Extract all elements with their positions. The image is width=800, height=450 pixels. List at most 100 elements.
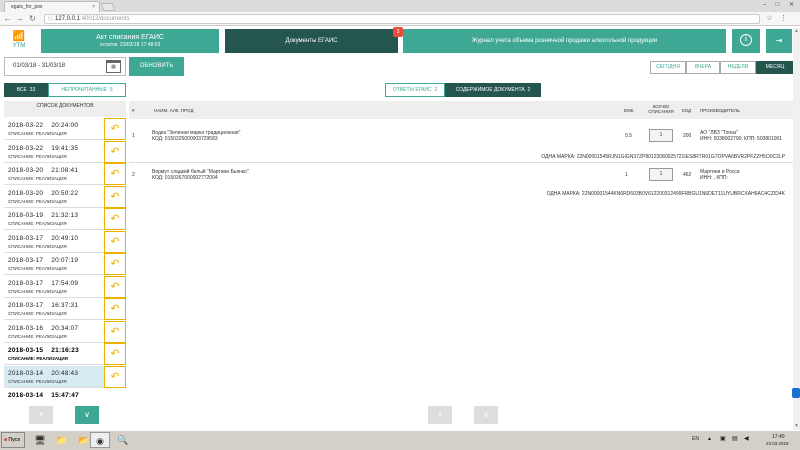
filter-all-tab[interactable]: ВСЕ 33	[4, 83, 48, 97]
period-month-button[interactable]: МЕСЯЦ	[756, 61, 794, 74]
list-item[interactable]: 2018-03-17 17:54:09 СПИСАНИЕ: РЕАЛИЗАЦИЯ	[4, 275, 104, 298]
content-page-down-button[interactable]: ∨	[474, 406, 498, 424]
windows-explorer-taskbar-icon[interactable]: 📁	[52, 432, 72, 448]
language-indicator[interactable]: EN	[692, 436, 699, 442]
list-page-down-button[interactable]: ∨	[75, 406, 99, 424]
list-item[interactable]: 2018-03-19 21:32:13 СПИСАНИЕ: РЕАЛИЗАЦИЯ	[4, 208, 104, 230]
clock-time[interactable]: 17:40	[772, 434, 785, 440]
tab-egais-answers[interactable]: ОТВЕТЫ ЕГАИС 2	[385, 83, 445, 97]
bookmark-star-icon[interactable]: ☆	[764, 13, 775, 24]
return-document-icon[interactable]: ↶	[104, 298, 126, 320]
return-document-icon[interactable]: ↶	[104, 320, 126, 343]
reload-icon[interactable]: ↻	[27, 13, 38, 24]
row2-product-code: КОД: 0150367000002772004	[152, 175, 218, 181]
url-path: :40012/documents	[80, 16, 130, 22]
retail-journal-button[interactable]: Журнал учета объема розничной продажи ал…	[403, 29, 726, 53]
list-item-kind: СПИСАНИЕ: РЕАЛИЗАЦИЯ	[8, 333, 67, 339]
list-page-up-button[interactable]: ∧	[29, 406, 53, 424]
col-product-name: НАИМ. АЛК. ПРОД	[154, 108, 194, 113]
info-button[interactable]: i	[732, 29, 760, 53]
period-yesterday-button[interactable]: ВЧЕРА	[686, 61, 720, 74]
return-document-icon[interactable]: ↶	[104, 343, 126, 365]
chrome-taskbar-icon[interactable]: ◉	[90, 432, 110, 448]
browser-tab[interactable]: egais_for_pos ×	[4, 1, 100, 12]
return-document-icon[interactable]: ↶	[104, 230, 126, 253]
start-button[interactable]: ■ Пуск	[1, 432, 25, 448]
search-taskbar-icon[interactable]: 🔍	[113, 432, 133, 448]
scroll-down-icon[interactable]: ▼	[793, 423, 800, 430]
col-code: КОД	[682, 108, 692, 113]
list-item-kind: СПИСАНИЕ: РЕАЛИЗАЦИЯ	[8, 266, 67, 271]
teamviewer-tab-icon[interactable]	[792, 388, 800, 398]
list-item-kind: СПИСАНИЕ: РЕАЛИЗАЦИЯ	[8, 311, 67, 316]
close-tab-icon[interactable]: ×	[92, 2, 95, 12]
list-item-date: 2018-03-17	[8, 302, 44, 309]
utm-logo[interactable]: 📶 УТМ	[4, 31, 34, 53]
list-item-date: 2018-03-15	[8, 347, 44, 354]
list-item[interactable]: 2018-03-17 20:49:10 СПИСАНИЕ: РЕАЛИЗАЦИЯ	[4, 230, 104, 253]
return-document-icon[interactable]: ↶	[104, 185, 126, 208]
content-page-up-button[interactable]: ∧	[428, 406, 452, 424]
return-document-icon[interactable]: ↶	[104, 163, 126, 185]
list-item[interactable]: 2018-03-20 20:50:22 СПИСАНИЕ: РЕАЛИЗАЦИЯ	[4, 185, 104, 208]
list-item[interactable]: 2018-03-22 20:24:00 СПИСАНИЕ: РЕАЛИЗАЦИЯ	[4, 118, 104, 140]
list-item-time: 20:48:43	[51, 369, 79, 377]
list-item-time: 20:34:07	[51, 324, 79, 332]
signal-icon: 📶	[12, 31, 26, 42]
list-item-kind: СПИСАНИЕ: РЕАЛИЗАЦИЯ	[8, 378, 67, 384]
tray-app-icon[interactable]: ▣	[720, 435, 726, 442]
explorer-taskbar-icon[interactable]: 🖥	[30, 432, 50, 448]
url-input[interactable]: ⓘ 127.0.0.1:40012/documents	[44, 14, 760, 24]
return-document-icon[interactable]: ↶	[104, 253, 126, 275]
list-item[interactable]: 2018-03-22 19:41:35 СПИСАНИЕ: РЕАЛИЗАЦИЯ	[4, 140, 104, 163]
period-today-button[interactable]: СЕГОДНЯ	[650, 61, 686, 74]
return-document-icon[interactable]: ↶	[104, 275, 126, 298]
maximize-icon[interactable]: □	[771, 0, 784, 10]
browser-tab-strip	[0, 0, 800, 12]
calendar-icon[interactable]: ▦	[106, 60, 121, 73]
tab-document-content[interactable]: СОДЕРЖИМОЕ ДОКУМЕНТА 2	[445, 83, 541, 97]
tab-title: egais_for_pos	[11, 4, 43, 10]
row2-excise-mark: ОДНА МАРКА: 22N00001544KN6RD603B0V612200…	[546, 191, 785, 197]
menu-icon[interactable]: ⋮	[778, 13, 789, 24]
scroll-up-icon[interactable]: ▲	[793, 28, 800, 35]
minimize-icon[interactable]: –	[758, 0, 771, 10]
list-item-kind: СПИСАНИЕ: РЕАЛИЗАЦИЯ	[8, 356, 68, 361]
list-item-datetime: 2018-03-15 21:16:23	[8, 347, 79, 354]
egais-documents-button[interactable]: Документы ЕГАИС	[225, 29, 398, 53]
return-document-icon[interactable]: ↶	[104, 208, 126, 230]
row-divider	[129, 162, 793, 163]
refresh-button[interactable]: ОБНОВИТЬ	[129, 57, 184, 76]
list-item-datetime: 2018-03-20 20:50:22	[8, 190, 78, 197]
list-item-time: 20:50:22	[51, 189, 79, 197]
close-window-icon[interactable]: ✕	[785, 0, 798, 10]
row1-quantity-field[interactable]: 1	[649, 129, 673, 142]
page-scrollbar[interactable]	[793, 28, 800, 430]
tray-arrow-icon[interactable]: ▴	[708, 435, 711, 442]
list-item[interactable]: 2018-03-15 21:16:23 СПИСАНИЕ: РЕАЛИЗАЦИЯ	[4, 343, 104, 365]
return-document-icon[interactable]: ↶	[104, 118, 126, 140]
exit-button[interactable]: ⇥	[766, 29, 792, 53]
volume-icon[interactable]: ◀	[744, 435, 749, 442]
act-writeoff-button[interactable]: Акт списания ЕГАИС остаток: 23/03/18 17:…	[41, 29, 219, 53]
info-icon: i	[740, 34, 752, 47]
network-icon[interactable]: ▤	[732, 435, 738, 442]
row2-quantity-field[interactable]: 1	[649, 168, 673, 181]
return-document-icon[interactable]: ↶	[104, 365, 126, 388]
filter-unread-tab[interactable]: НЕПРОЧИТАННЫЕ 5	[48, 83, 126, 97]
col-number: #	[132, 108, 135, 113]
list-item-time: 16:37:31	[51, 302, 79, 309]
new-tab-button[interactable]	[100, 3, 116, 11]
list-item[interactable]: 2018-03-17 20:07:19 СПИСАНИЕ: РЕАЛИЗАЦИЯ	[4, 253, 104, 275]
forward-icon[interactable]: →	[14, 13, 25, 24]
list-item[interactable]: 2018-03-20 21:08:41 СПИСАНИЕ: РЕАЛИЗАЦИЯ	[4, 163, 104, 185]
back-icon[interactable]: ←	[2, 13, 13, 24]
return-document-icon[interactable]: ↶	[104, 140, 126, 163]
list-item[interactable]: 2018-03-17 16:37:31 СПИСАНИЕ: РЕАЛИЗАЦИЯ	[4, 298, 104, 320]
period-week-button[interactable]: НЕДЕЛЯ	[720, 61, 756, 74]
list-item-datetime: 2018-03-16 20:34:07	[8, 325, 78, 332]
list-item[interactable]: 2018-03-16 20:34:07 СПИСАНИЕ: РЕАЛИЗАЦИЯ	[4, 320, 104, 343]
list-item[interactable]: 2018-03-14 20:48:43 СПИСАНИЕ: РЕАЛИЗАЦИЯ	[4, 365, 104, 388]
list-item-date: 2018-03-20	[8, 189, 44, 197]
list-item-time: 19:41:35	[51, 144, 79, 152]
